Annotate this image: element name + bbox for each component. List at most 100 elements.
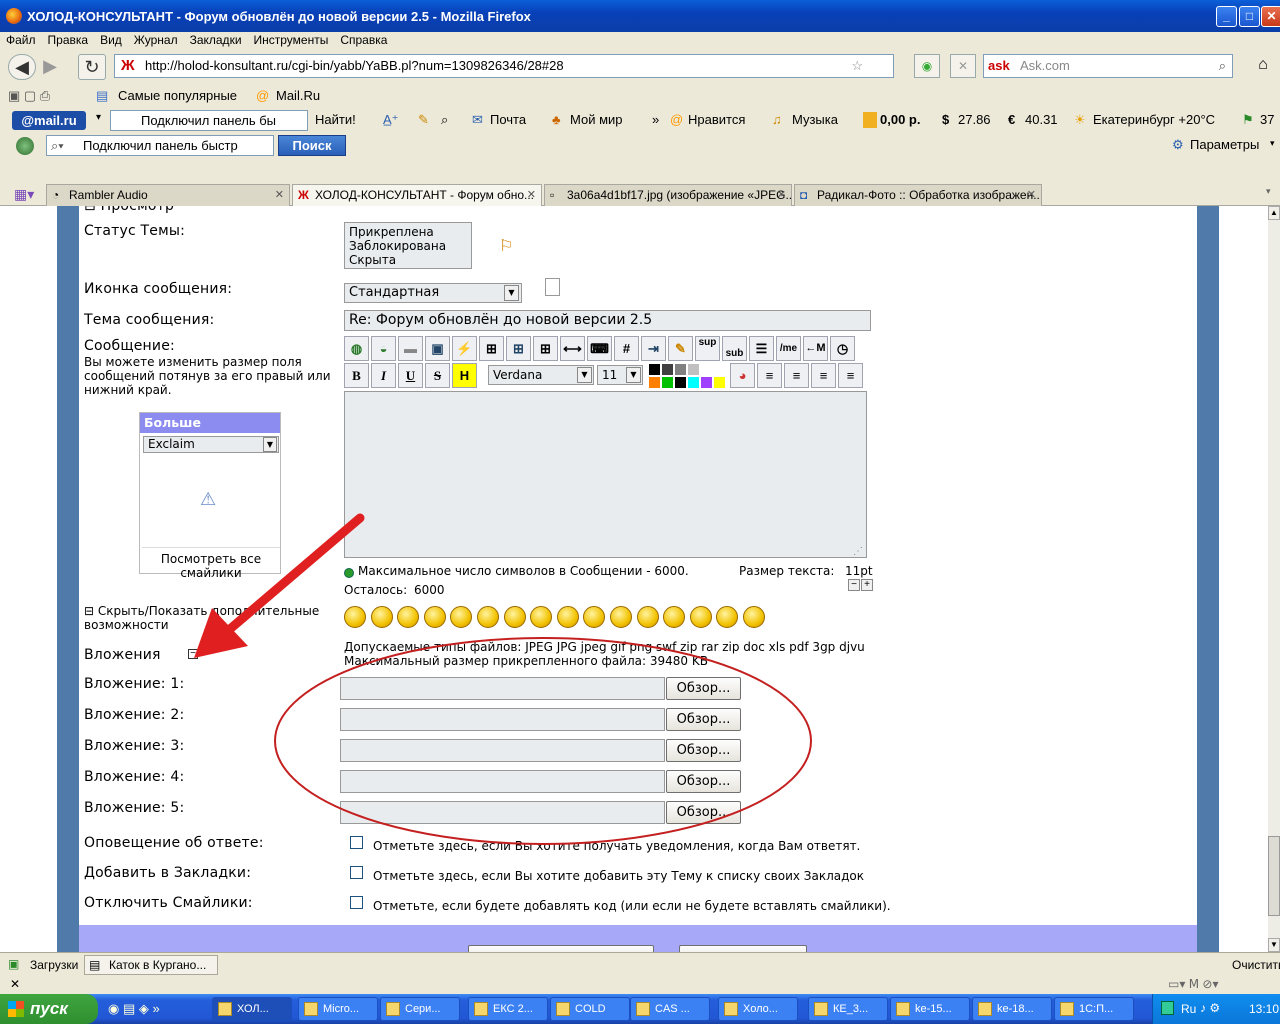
traffic-value[interactable]: 37 [1260, 112, 1274, 127]
url-bar[interactable]: Ж http://holod-konsultant.ru/cgi-bin/yab… [114, 54, 894, 78]
reload-button[interactable]: ↻ [78, 54, 106, 80]
status-task-text: Каток в Кургано... [109, 958, 207, 972]
maximize-button[interactable]: □ [1239, 6, 1260, 27]
taskbar-item-label: CAS ... [655, 1003, 690, 1015]
quicklaunch-icons[interactable]: ◉ ▤ ◈ » [108, 1001, 160, 1017]
menu-tools[interactable]: Инструменты [248, 32, 335, 47]
stop-icon[interactable]: ✕ [950, 54, 976, 78]
taskbar-app-icon [474, 1002, 488, 1016]
menu-view[interactable]: Вид [94, 32, 128, 47]
zoom-icon[interactable]: ⌕ [441, 112, 448, 128]
search-input[interactable]: ask Ask.com ⌕ [983, 54, 1233, 78]
mail-link[interactable]: Почта [490, 112, 526, 127]
usd-rate[interactable]: 27.86 [958, 112, 991, 127]
downloads-link[interactable]: Загрузки [30, 958, 78, 972]
tab-label: Радикал-Фото :: Обработка изображен... [817, 188, 1042, 202]
forward-button[interactable]: ▶ [36, 54, 64, 80]
addon-icons[interactable]: ▭▾ Ⅿ ⊘▾ [1168, 977, 1218, 991]
lang-indicator[interactable]: Ru [1181, 1002, 1196, 1016]
taskbar-item[interactable]: ke-15... [890, 997, 970, 1021]
magnifier-icon[interactable]: ⌕ [1219, 55, 1226, 77]
mailru-logo[interactable]: @mail.ru [12, 111, 86, 130]
taskbar-item[interactable]: ЕКС 2... [468, 997, 548, 1021]
rambler-search-input[interactable]: ⌕▾ Подключил панель быстр [46, 135, 274, 156]
params-dropdown-icon[interactable]: ▾ [1270, 138, 1275, 149]
minimize-button[interactable]: _ [1216, 6, 1237, 27]
bookmark-mailru[interactable]: Mail.Ru [276, 88, 320, 103]
money-value[interactable]: 0,00 р. [880, 112, 920, 127]
vertical-scrollbar[interactable]: ▲ ▼ [1268, 206, 1280, 952]
bookmark-popular[interactable]: Самые популярные [118, 88, 237, 103]
start-button[interactable]: пуск [0, 994, 98, 1024]
taskbar-item-label: Холо... [743, 1003, 778, 1015]
url-text: http://holod-konsultant.ru/cgi-bin/yabb/… [145, 58, 564, 73]
dropdown-icon[interactable]: ▾ [96, 112, 101, 123]
close-tab-icon[interactable]: ✕ [527, 185, 536, 205]
scroll-up-icon[interactable]: ▲ [1268, 206, 1280, 220]
menu-bookmarks[interactable]: Закладки [184, 32, 248, 47]
params-link[interactable]: Параметры [1190, 137, 1259, 152]
home-icon[interactable]: ⌂ [1250, 54, 1276, 78]
taskbar-item-label: ke-15... [915, 1003, 952, 1015]
menu-file[interactable]: Файл [0, 32, 42, 47]
page-content: ⊟ Просмотр Статус Темы: Прикреплена Забл… [0, 206, 1268, 952]
toolbar-tools-icon[interactable]: ▣ ▢ ⎙ [8, 88, 50, 104]
scroll-thumb[interactable] [1268, 836, 1280, 916]
more-chevron-icon[interactable]: » [652, 112, 659, 127]
mailru-find-button[interactable]: Найти! [315, 112, 356, 127]
tray-app-icon[interactable] [1161, 1001, 1174, 1015]
menu-history[interactable]: Журнал [128, 32, 184, 47]
weather-text[interactable]: Екатеринбург +20°C [1093, 112, 1215, 127]
taskbar-app-icon [636, 1002, 650, 1016]
go-icon[interactable]: ◉ [914, 54, 940, 78]
star-icon[interactable]: ☆ [851, 55, 863, 77]
scroll-down-icon[interactable]: ▼ [1268, 938, 1280, 952]
likes-link[interactable]: Нравится [688, 112, 745, 127]
tab-scroll-icon[interactable]: ▾ [1266, 186, 1271, 197]
window-title: ХОЛОД-КОНСУЛЬТАНТ - Форум обновлён до но… [27, 9, 531, 24]
taskbar-item[interactable]: 1С:П... [1054, 997, 1134, 1021]
myworld-link[interactable]: Мой мир [570, 112, 623, 127]
tab-holod-forum[interactable]: Ж ХОЛОД-КОНСУЛЬТАНТ - Форум обно... ✕ [292, 184, 542, 207]
taskbar-item[interactable]: CAS ... [630, 997, 710, 1021]
eur-rate[interactable]: 40.31 [1025, 112, 1058, 127]
mailru-search-input[interactable]: Подключил панель бы [110, 110, 308, 131]
close-addon-bar-icon[interactable]: ✕ [10, 977, 20, 991]
taskbar-item-label: Micro... [323, 1003, 360, 1015]
music-link[interactable]: Музыка [792, 112, 838, 127]
close-tab-icon[interactable]: ✕ [1027, 185, 1036, 205]
back-button[interactable]: ◀ [8, 54, 36, 80]
close-window-button[interactable]: ✕ [1261, 6, 1280, 27]
taskbar-item[interactable]: ХОЛ... [212, 997, 292, 1021]
tab-jpeg-image[interactable]: ▫ 3a06a4d1bf17.jpg (изображение «JPEG...… [544, 184, 792, 206]
taskbar-item[interactable]: ke-18... [972, 997, 1052, 1021]
globe-icon[interactable] [16, 137, 34, 155]
taskbar-item-label: ke-18... [997, 1003, 1034, 1015]
taskbar-item[interactable]: COLD [550, 997, 630, 1021]
euro-icon: € [1008, 112, 1016, 127]
window-titlebar: ХОЛОД-КОНСУЛЬТАНТ - Форум обновлён до но… [0, 0, 1280, 32]
taskbar-item[interactable]: КЕ_3... [808, 997, 888, 1021]
tray-icons[interactable]: ♪ ⚙ [1200, 1001, 1220, 1015]
taskbar-item-label: 1С:П... [1079, 1003, 1114, 1015]
menu-help[interactable]: Справка [334, 32, 393, 47]
taskbar-app-icon [1060, 1002, 1074, 1016]
taskbar-item[interactable]: Сери... [380, 997, 460, 1021]
rambler-search-button[interactable]: Поиск [278, 135, 346, 156]
taskbar-item-label: Сери... [405, 1003, 441, 1015]
font-size-icon[interactable]: A̲⁺ [383, 112, 399, 128]
status-task-item[interactable]: ▤ Каток в Кургано... [84, 955, 218, 975]
pointer-arrow-shaft [225, 513, 365, 634]
clear-link[interactable]: Очистить [1232, 958, 1280, 972]
close-tab-icon[interactable]: ✕ [777, 185, 786, 205]
taskbar-item[interactable]: Холо... [718, 997, 798, 1021]
tab-rambler-audio[interactable]: ◔ Rambler Audio ✕ [46, 184, 290, 206]
weather-icon: ☀ [1074, 112, 1086, 127]
taskbar-item[interactable]: Micro... [298, 997, 378, 1021]
tab-radikal-foto[interactable]: ◘ Радикал-Фото :: Обработка изображен...… [794, 184, 1042, 206]
close-tab-icon[interactable]: ✕ [275, 185, 284, 205]
highlighter-icon[interactable]: ✎ [418, 112, 429, 128]
tab-list-grid-icon[interactable]: ▦▾ [14, 186, 34, 203]
settings-gear-icon: ⚙ [1172, 137, 1184, 152]
menu-edit[interactable]: Правка [42, 32, 95, 47]
